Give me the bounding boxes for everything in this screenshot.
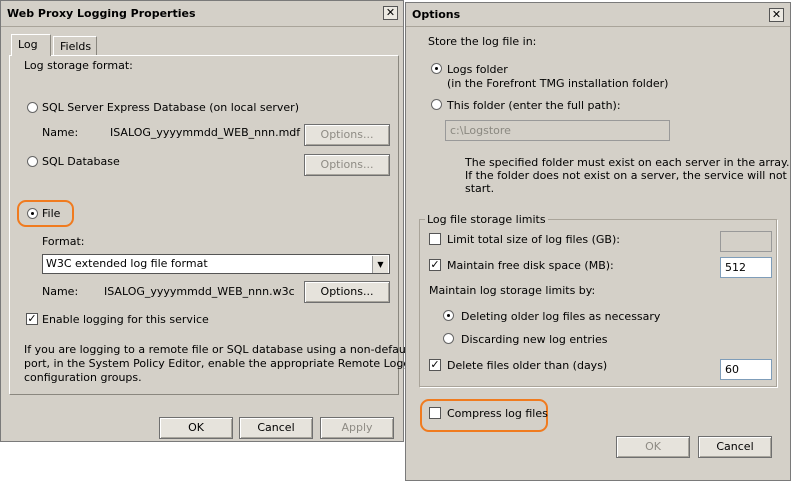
enable-logging-label[interactable]: Enable logging for this service xyxy=(42,313,209,326)
sql-express-radio[interactable] xyxy=(27,102,38,113)
folder-note-line-1: The specified folder must exist on each … xyxy=(465,156,790,169)
delete-older-label[interactable]: Deleting older log files as necessary xyxy=(461,310,660,323)
file-options-label: Options... xyxy=(320,285,374,298)
this-folder-label[interactable]: This folder (enter the full path): xyxy=(447,99,621,112)
delete-days-label[interactable]: Delete files older than (days) xyxy=(447,359,607,372)
left-ok-label: OK xyxy=(188,421,204,434)
left-ok-button[interactable]: OK xyxy=(159,417,233,439)
options-dialog: Options ✕ Store the log file in: Logs fo… xyxy=(405,2,791,481)
tab-log-label: Log xyxy=(18,38,38,51)
tab-fields[interactable]: Fields xyxy=(53,36,97,56)
folder-note-line-3: start. xyxy=(465,182,495,195)
compress-label[interactable]: Compress log files xyxy=(447,407,548,420)
sql-express-options-button[interactable]: Options... xyxy=(304,124,390,146)
free-space-label[interactable]: Maintain free disk space (MB): xyxy=(447,259,614,272)
file-name-label: Name: xyxy=(42,285,79,298)
info-text-line-1: If you are logging to a remote file or S… xyxy=(24,343,414,356)
left-close-button[interactable]: ✕ xyxy=(383,6,398,20)
file-options-button[interactable]: Options... xyxy=(304,281,390,303)
logs-folder-label[interactable]: Logs folder xyxy=(447,63,508,76)
folder-path-input[interactable]: c:\Logstore xyxy=(445,120,670,141)
limit-total-label[interactable]: Limit total size of log files (GB): xyxy=(447,233,620,246)
file-label[interactable]: File xyxy=(42,207,60,220)
logs-folder-radio[interactable] xyxy=(431,63,442,74)
sql-database-options-label: Options... xyxy=(320,158,374,171)
right-cancel-label: Cancel xyxy=(716,440,754,453)
free-space-input[interactable]: 512 xyxy=(720,257,772,278)
right-cancel-button[interactable]: Cancel xyxy=(698,436,772,458)
delete-days-input[interactable]: 60 xyxy=(720,359,772,380)
delete-days-checkbox[interactable]: ✓ xyxy=(429,359,441,371)
tab-log[interactable]: Log xyxy=(11,34,51,56)
right-close-button[interactable]: ✕ xyxy=(769,8,784,22)
sql-database-radio[interactable] xyxy=(27,156,38,167)
sql-express-options-label: Options... xyxy=(320,128,374,141)
folder-path-value: c:\Logstore xyxy=(450,124,511,137)
sql-database-options-button[interactable]: Options... xyxy=(304,154,390,176)
sql-express-name-value: ISALOG_yyyymmdd_WEB_nnn.mdf xyxy=(110,126,301,139)
storage-limits-group-label: Log file storage limits xyxy=(425,213,548,226)
maintain-by-label: Maintain log storage limits by: xyxy=(429,284,596,297)
discard-radio[interactable] xyxy=(443,333,454,344)
apply-label: Apply xyxy=(341,421,373,434)
apply-button[interactable]: Apply xyxy=(320,417,394,439)
left-cancel-button[interactable]: Cancel xyxy=(239,417,313,439)
compress-checkbox[interactable] xyxy=(429,407,441,419)
log-storage-format-label: Log storage format: xyxy=(24,59,133,72)
file-radio[interactable] xyxy=(27,208,38,219)
delete-older-radio[interactable] xyxy=(443,310,454,321)
chevron-down-icon[interactable]: ▼ xyxy=(372,256,388,273)
web-proxy-logging-dialog: Web Proxy Logging Properties ✕ Log Field… xyxy=(0,0,427,442)
left-cancel-label: Cancel xyxy=(257,421,295,434)
discard-label[interactable]: Discarding new log entries xyxy=(461,333,608,346)
right-dialog-title: Options xyxy=(412,8,461,21)
file-name-value: ISALOG_yyyymmdd_WEB_nnn.w3c xyxy=(104,285,295,298)
enable-logging-checkbox[interactable]: ✓ xyxy=(26,313,38,325)
delete-days-value: 60 xyxy=(725,363,739,376)
right-titlebar[interactable]: Options ✕ xyxy=(406,3,790,27)
tab-fields-label: Fields xyxy=(60,40,92,53)
right-ok-label: OK xyxy=(645,440,661,453)
this-folder-radio[interactable] xyxy=(431,99,442,110)
right-ok-button[interactable]: OK xyxy=(616,436,690,458)
info-text-line-2: port, in the System Policy Editor, enabl… xyxy=(24,357,428,370)
left-dialog-title: Web Proxy Logging Properties xyxy=(7,7,196,20)
left-titlebar[interactable]: Web Proxy Logging Properties ✕ xyxy=(1,1,403,27)
limit-total-checkbox[interactable] xyxy=(429,233,441,245)
folder-note-line-2: If the folder does not exist on a server… xyxy=(465,169,787,182)
logs-folder-sub: (in the Forefront TMG installation folde… xyxy=(447,77,669,90)
format-dropdown-value: W3C extended log file format xyxy=(46,257,208,270)
format-label: Format: xyxy=(42,235,85,248)
sql-express-label[interactable]: SQL Server Express Database (on local se… xyxy=(42,101,299,114)
info-text-line-3: configuration groups. xyxy=(24,371,142,384)
free-space-checkbox[interactable]: ✓ xyxy=(429,259,441,271)
sql-express-name-label: Name: xyxy=(42,126,79,139)
format-dropdown[interactable]: W3C extended log file format ▼ xyxy=(42,254,390,274)
free-space-value: 512 xyxy=(725,261,746,274)
limit-total-input[interactable] xyxy=(720,231,772,252)
sql-database-label[interactable]: SQL Database xyxy=(42,155,120,168)
store-log-label: Store the log file in: xyxy=(428,35,537,48)
